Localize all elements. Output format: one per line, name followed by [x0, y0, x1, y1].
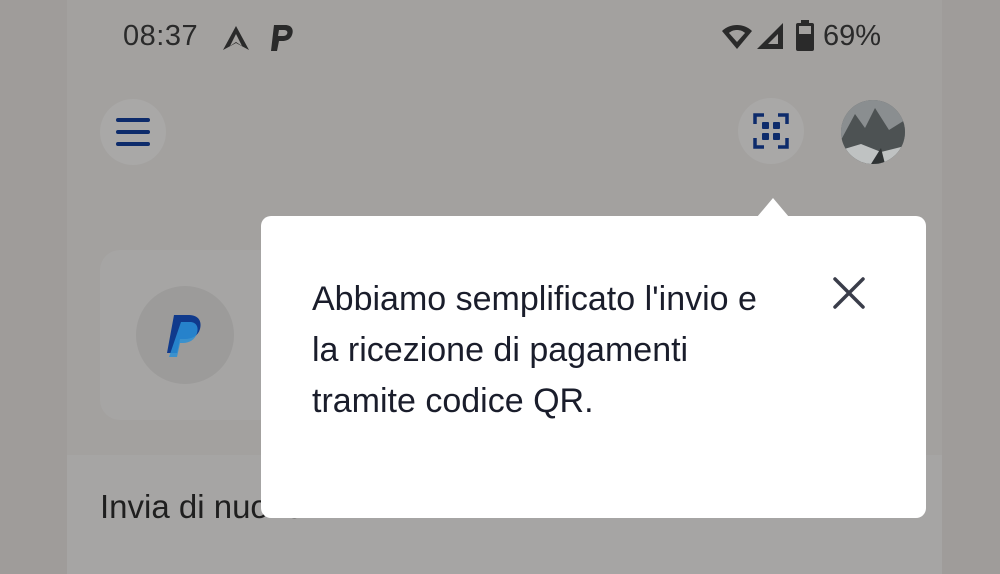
paypal-logo-icon [167, 315, 201, 357]
profile-photo [841, 100, 905, 164]
battery-icon [796, 20, 814, 51]
close-icon [833, 277, 865, 309]
battery-percent: 69% [823, 20, 882, 52]
status-bar: 08:37 69% [0, 0, 1000, 75]
close-tooltip-button[interactable] [829, 273, 869, 313]
tooltip-message: Abbiamo semplificato l'invio e la ricezi… [312, 280, 757, 420]
qr-scan-button[interactable] [738, 98, 804, 164]
qr-scan-icon [753, 113, 789, 149]
hamburger-menu-icon [116, 118, 150, 146]
navigation-icon [223, 26, 249, 50]
signal-icon [757, 23, 783, 49]
profile-avatar[interactable] [841, 100, 905, 164]
paypal-notification-icon [271, 25, 293, 51]
paypal-logo-circle [136, 286, 234, 384]
wifi-icon [722, 25, 752, 49]
qr-feature-tooltip: Abbiamo semplificato l'invio e la ricezi… [261, 216, 926, 518]
status-time: 08:37 [123, 20, 199, 52]
menu-button[interactable] [100, 99, 166, 165]
tooltip-pointer [757, 198, 789, 217]
